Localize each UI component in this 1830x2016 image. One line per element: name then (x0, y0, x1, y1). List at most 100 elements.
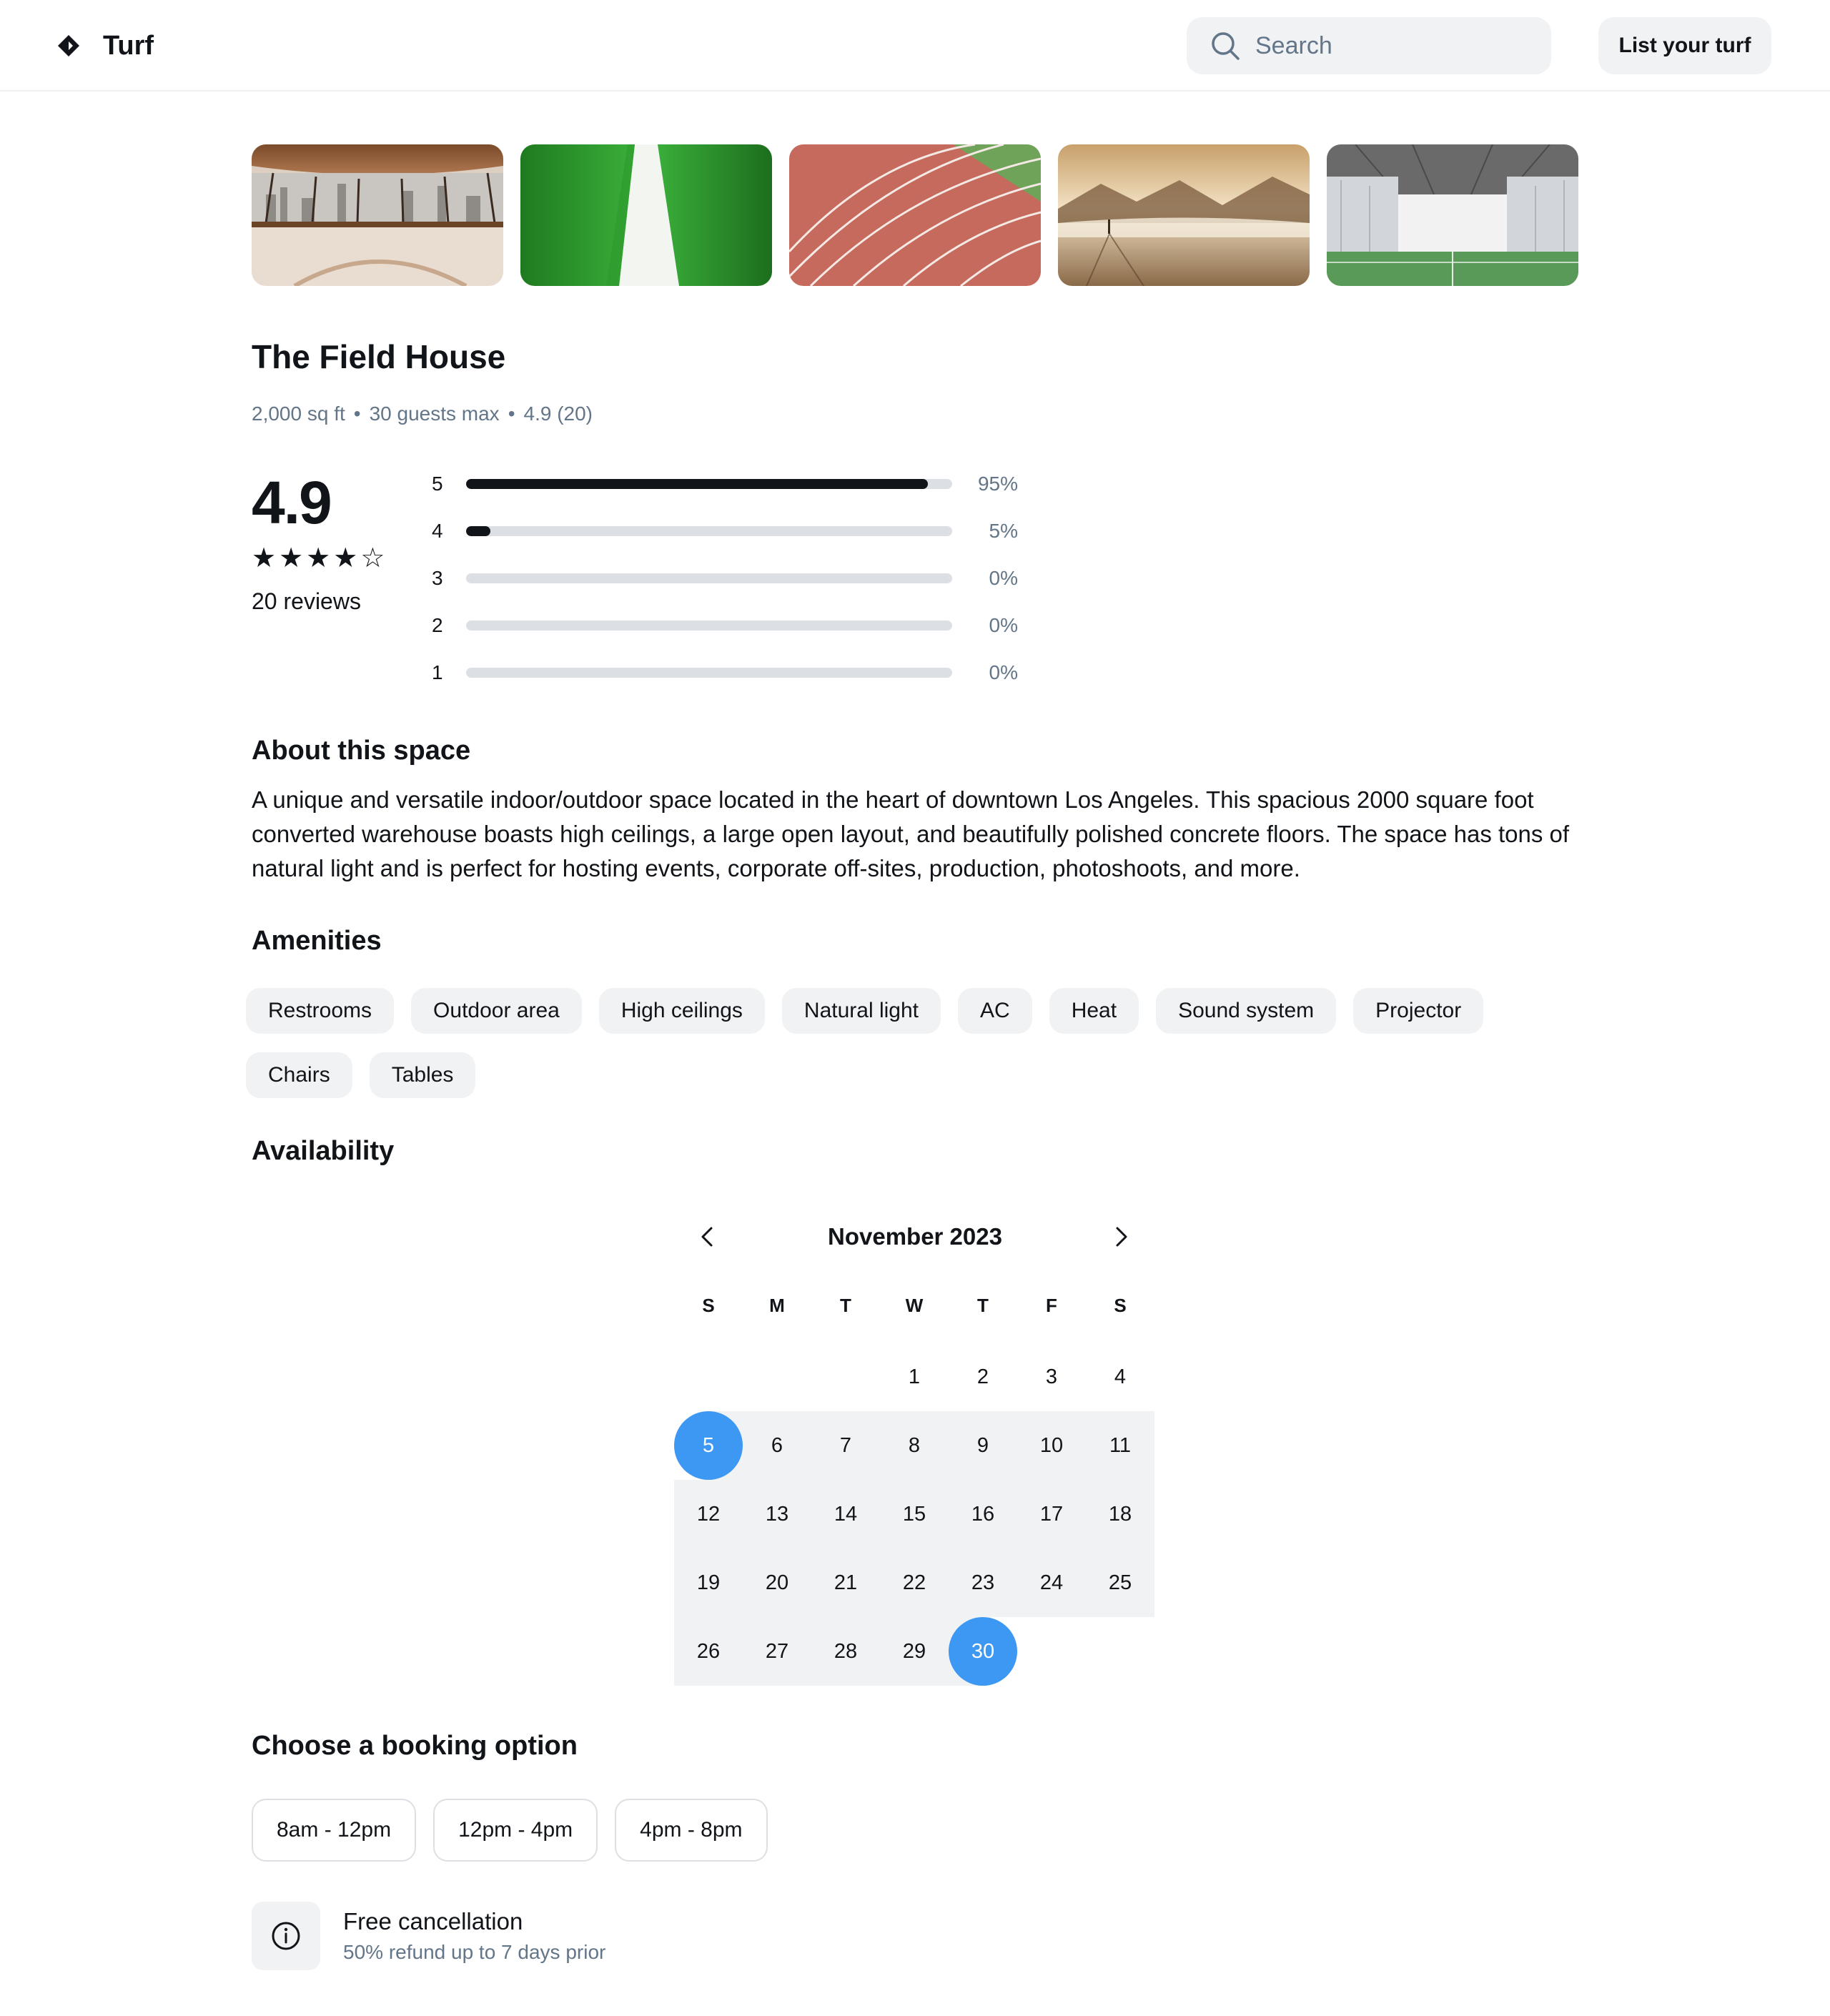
calendar-day-in-range[interactable]: 21 (811, 1548, 880, 1617)
search-box[interactable] (1187, 17, 1551, 74)
listing-title: The Field House (252, 338, 506, 375)
calendar-day[interactable]: 1 (880, 1343, 949, 1411)
amenity-chip: High ceilings (598, 988, 765, 1034)
gallery-photo-running-track[interactable] (789, 144, 1041, 286)
info-icon (272, 1922, 300, 1950)
calendar-weekday-label: S (1114, 1295, 1127, 1316)
calendar-day-in-range[interactable]: 15 (880, 1480, 949, 1548)
calendar-day[interactable]: 4 (1086, 1343, 1154, 1411)
gallery-photo-green-turf[interactable] (520, 144, 772, 286)
calendar-day-in-range[interactable]: 10 (1017, 1411, 1086, 1480)
calendar-day-in-range[interactable]: 25 (1086, 1548, 1154, 1617)
cancellation-icon-box (252, 1902, 320, 1970)
star-filled-icon: ★ (252, 543, 277, 573)
selected-day-circle: 30 (949, 1617, 1017, 1686)
calendar-day-in-range[interactable]: 20 (743, 1548, 811, 1617)
listing-meta: 2,000 sq ft • 30 guests max • 4.9 (20) (252, 400, 593, 428)
rating-row-label: 4 (432, 520, 443, 542)
star-filled-icon: ★ (333, 543, 358, 573)
chevron-left-icon[interactable] (691, 1220, 725, 1254)
calendar-day-in-range[interactable]: 12 (674, 1480, 743, 1548)
rating-bar-fill (466, 479, 928, 489)
calendar-day-in-range[interactable]: 17 (1017, 1480, 1086, 1548)
gallery-photo-desert-landscape[interactable] (1058, 144, 1310, 286)
rating-bar-track (466, 526, 952, 536)
calendar-day[interactable]: 3 (1017, 1343, 1086, 1411)
brand-name[interactable]: Turf (103, 29, 154, 63)
reviews-count: 20 reviews (252, 588, 361, 614)
amenities-list: Restrooms Outdoor area High ceilings Natura… (246, 988, 1590, 1098)
star-filled-icon: ★ (279, 543, 304, 573)
rating-row-percent: 5% (989, 520, 1018, 542)
rating-row-percent: 0% (989, 614, 1018, 636)
booking-heading: Choose a booking option (252, 1731, 578, 1761)
rating-row: 5 95% (432, 470, 1018, 517)
calendar-month-label: November 2023 (828, 1223, 1002, 1250)
gallery-photo-indoor-field[interactable] (1327, 144, 1578, 286)
calendar-day-in-range[interactable]: 28 (811, 1617, 880, 1686)
calendar-day-in-range[interactable]: 19 (674, 1548, 743, 1617)
calendar-day-selected[interactable]: 5 (674, 1411, 743, 1480)
gallery-photo-indoor-court[interactable] (252, 144, 503, 286)
diamond-logo-icon[interactable] (56, 33, 81, 59)
amenity-chip: Projector (1353, 988, 1484, 1034)
star-empty-icon: ☆ (360, 543, 385, 573)
list-your-turf-button[interactable]: List your turf (1598, 17, 1771, 74)
calendar-day-selected[interactable]: 30 (949, 1617, 1017, 1686)
calendar-weekday-label: T (840, 1295, 851, 1316)
calendar-day-in-range[interactable]: 8 (880, 1411, 949, 1480)
rating-bar-track (466, 573, 952, 583)
amenity-chip: Restrooms (246, 988, 395, 1034)
chevron-right-icon[interactable] (1104, 1220, 1138, 1254)
rating-row: 2 0% (432, 611, 1018, 658)
availability-heading: Availability (252, 1136, 395, 1166)
calendar-day-in-range[interactable]: 14 (811, 1480, 880, 1548)
calendar-weekday-label: F (1046, 1295, 1057, 1316)
calendar-day-in-range[interactable]: 9 (949, 1411, 1017, 1480)
about-heading: About this space (252, 736, 471, 766)
calendar-day-in-range[interactable]: 26 (674, 1617, 743, 1686)
meta-separator: • (353, 402, 361, 425)
calendar-weekday-label: S (702, 1295, 715, 1316)
amenity-chip: Heat (1049, 988, 1139, 1034)
search-icon (1212, 32, 1240, 60)
star-rating: ★ ★ ★ ★ ☆ (252, 543, 385, 573)
booking-option-button[interactable]: 8am - 12pm (252, 1799, 417, 1862)
calendar-day-in-range[interactable]: 18 (1086, 1480, 1154, 1548)
rating-bar-track (466, 479, 952, 489)
rating-bar-track (466, 668, 952, 678)
rating-row-percent: 0% (989, 661, 1018, 683)
search-input[interactable] (1255, 17, 1534, 74)
booking-option-button[interactable]: 4pm - 8pm (615, 1799, 768, 1862)
booking-options: 8am - 12pm 12pm - 4pm 4pm - 8pm (252, 1799, 768, 1862)
calendar-day-in-range[interactable]: 29 (880, 1617, 949, 1686)
calendar-day-in-range[interactable]: 24 (1017, 1548, 1086, 1617)
calendar-day-in-range[interactable]: 6 (743, 1411, 811, 1480)
cancellation-title: Free cancellation (343, 1908, 523, 1935)
rating-row: 3 0% (432, 564, 1018, 611)
calendar-day[interactable]: 2 (949, 1343, 1017, 1411)
calendar-day-in-range[interactable]: 11 (1086, 1411, 1154, 1480)
calendar-day-in-range[interactable]: 13 (743, 1480, 811, 1548)
amenity-chip: Chairs (246, 1052, 352, 1098)
meta-capacity: 30 guests max (369, 402, 500, 425)
amenity-chip: Sound system (1156, 988, 1337, 1034)
calendar-weekday-label: T (977, 1295, 989, 1316)
calendar-weekday-label: W (905, 1295, 924, 1316)
booking-option-button[interactable]: 12pm - 4pm (433, 1799, 598, 1862)
calendar-day-in-range[interactable]: 22 (880, 1548, 949, 1617)
rating-distribution: 5 95% 4 5% 3 0% 2 0% 1 0% (432, 470, 1018, 706)
calendar-day-in-range[interactable]: 7 (811, 1411, 880, 1480)
calendar-day-in-range[interactable]: 16 (949, 1480, 1017, 1548)
rating-bar-fill (466, 526, 490, 536)
rating-row: 4 5% (432, 517, 1018, 564)
rating-bar-track (466, 621, 952, 631)
amenity-chip: AC (958, 988, 1032, 1034)
calendar-day-in-range[interactable]: 27 (743, 1617, 811, 1686)
calendar-day-in-range[interactable]: 23 (949, 1548, 1017, 1617)
amenity-chip: Outdoor area (411, 988, 582, 1034)
rating-row-label: 2 (432, 614, 443, 636)
rating-row: 1 0% (432, 658, 1018, 706)
rating-average: 4.9 (252, 469, 332, 536)
rating-row-percent: 0% (989, 567, 1018, 589)
